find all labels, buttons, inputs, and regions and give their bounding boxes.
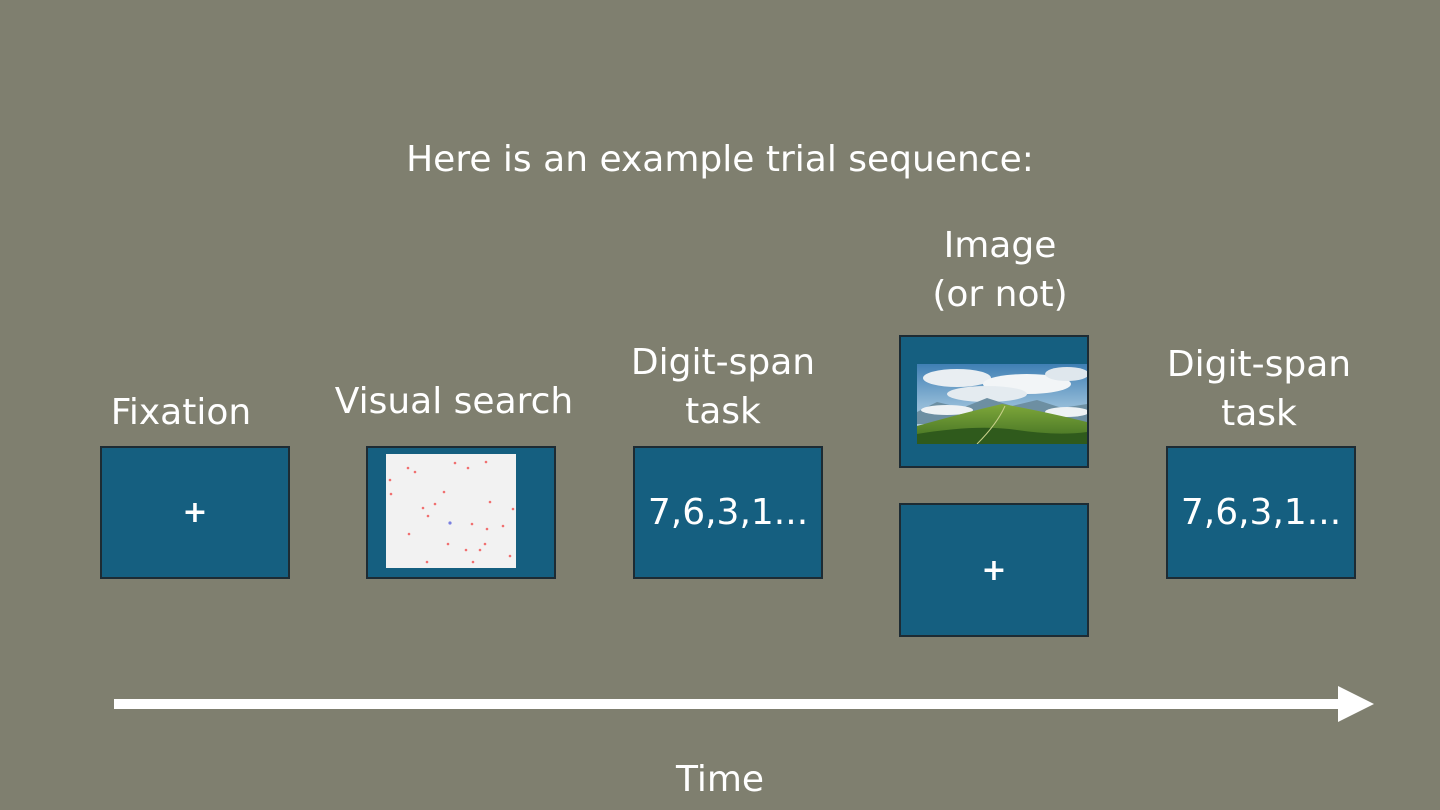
search-array bbox=[388, 460, 515, 564]
search-distractor bbox=[478, 548, 482, 552]
digit-span-1-label-line2: task bbox=[685, 391, 761, 432]
search-display bbox=[386, 454, 516, 568]
search-distractor bbox=[426, 514, 430, 518]
search-distractor bbox=[471, 560, 475, 564]
landscape-photo bbox=[917, 364, 1087, 444]
image-label-line1: Image bbox=[943, 225, 1057, 266]
time-arrow-shaft bbox=[114, 699, 1340, 709]
digit-span-2-label-line1: Digit-span bbox=[1166, 344, 1352, 385]
search-distractor bbox=[484, 460, 488, 464]
search-distractor bbox=[425, 560, 429, 564]
visual-search-label: Visual search bbox=[334, 381, 574, 422]
search-distractor bbox=[483, 542, 487, 546]
search-distractor bbox=[508, 554, 512, 558]
time-label: Time bbox=[675, 759, 765, 800]
image-label: Image (or not) bbox=[880, 221, 1120, 319]
fixation-cross: + bbox=[182, 495, 208, 530]
time-arrow bbox=[114, 686, 1374, 722]
search-distractor bbox=[433, 502, 437, 506]
search-distractor bbox=[446, 542, 450, 546]
search-distractor bbox=[453, 461, 457, 465]
search-distractor bbox=[511, 507, 515, 511]
search-distractor bbox=[488, 500, 492, 504]
search-distractor bbox=[388, 478, 392, 482]
search-distractor bbox=[470, 522, 474, 526]
digit-span-1-label-line1: Digit-span bbox=[630, 342, 816, 383]
search-distractor bbox=[413, 470, 417, 474]
visual-search-screen bbox=[366, 446, 556, 579]
search-distractor bbox=[442, 490, 446, 494]
search-target bbox=[448, 521, 452, 525]
search-distractor bbox=[389, 492, 393, 496]
slide-title: Here is an example trial sequence: bbox=[406, 139, 1034, 180]
search-distractor bbox=[485, 527, 489, 531]
digit-span-1-label: Digit-span task bbox=[610, 338, 836, 436]
fixation-screen: + bbox=[100, 446, 290, 579]
image-absent-screen: + bbox=[899, 503, 1089, 637]
time-arrow-head bbox=[1338, 686, 1374, 722]
search-distractor bbox=[407, 532, 411, 536]
digit-span-2-label: Digit-span task bbox=[1146, 340, 1372, 438]
digit-sequence-1: 7,6,3,1... bbox=[647, 492, 809, 533]
fixation-label: Fixation bbox=[110, 392, 252, 433]
search-distractor bbox=[464, 548, 468, 552]
image-absent-cross: + bbox=[981, 552, 1007, 588]
digit-span-1-screen: 7,6,3,1... bbox=[633, 446, 823, 579]
digit-span-2-label-line2: task bbox=[1221, 393, 1297, 434]
digit-sequence-2: 7,6,3,1... bbox=[1180, 492, 1342, 533]
search-distractor bbox=[501, 524, 505, 528]
search-distractor bbox=[406, 466, 410, 470]
image-screen bbox=[899, 335, 1089, 468]
search-distractor bbox=[466, 466, 470, 470]
search-distractor bbox=[421, 506, 425, 510]
image-label-line2: (or not) bbox=[932, 274, 1068, 315]
slide: Here is an example trial sequence: Fixat… bbox=[0, 0, 1440, 810]
digit-span-2-screen: 7,6,3,1... bbox=[1166, 446, 1356, 579]
